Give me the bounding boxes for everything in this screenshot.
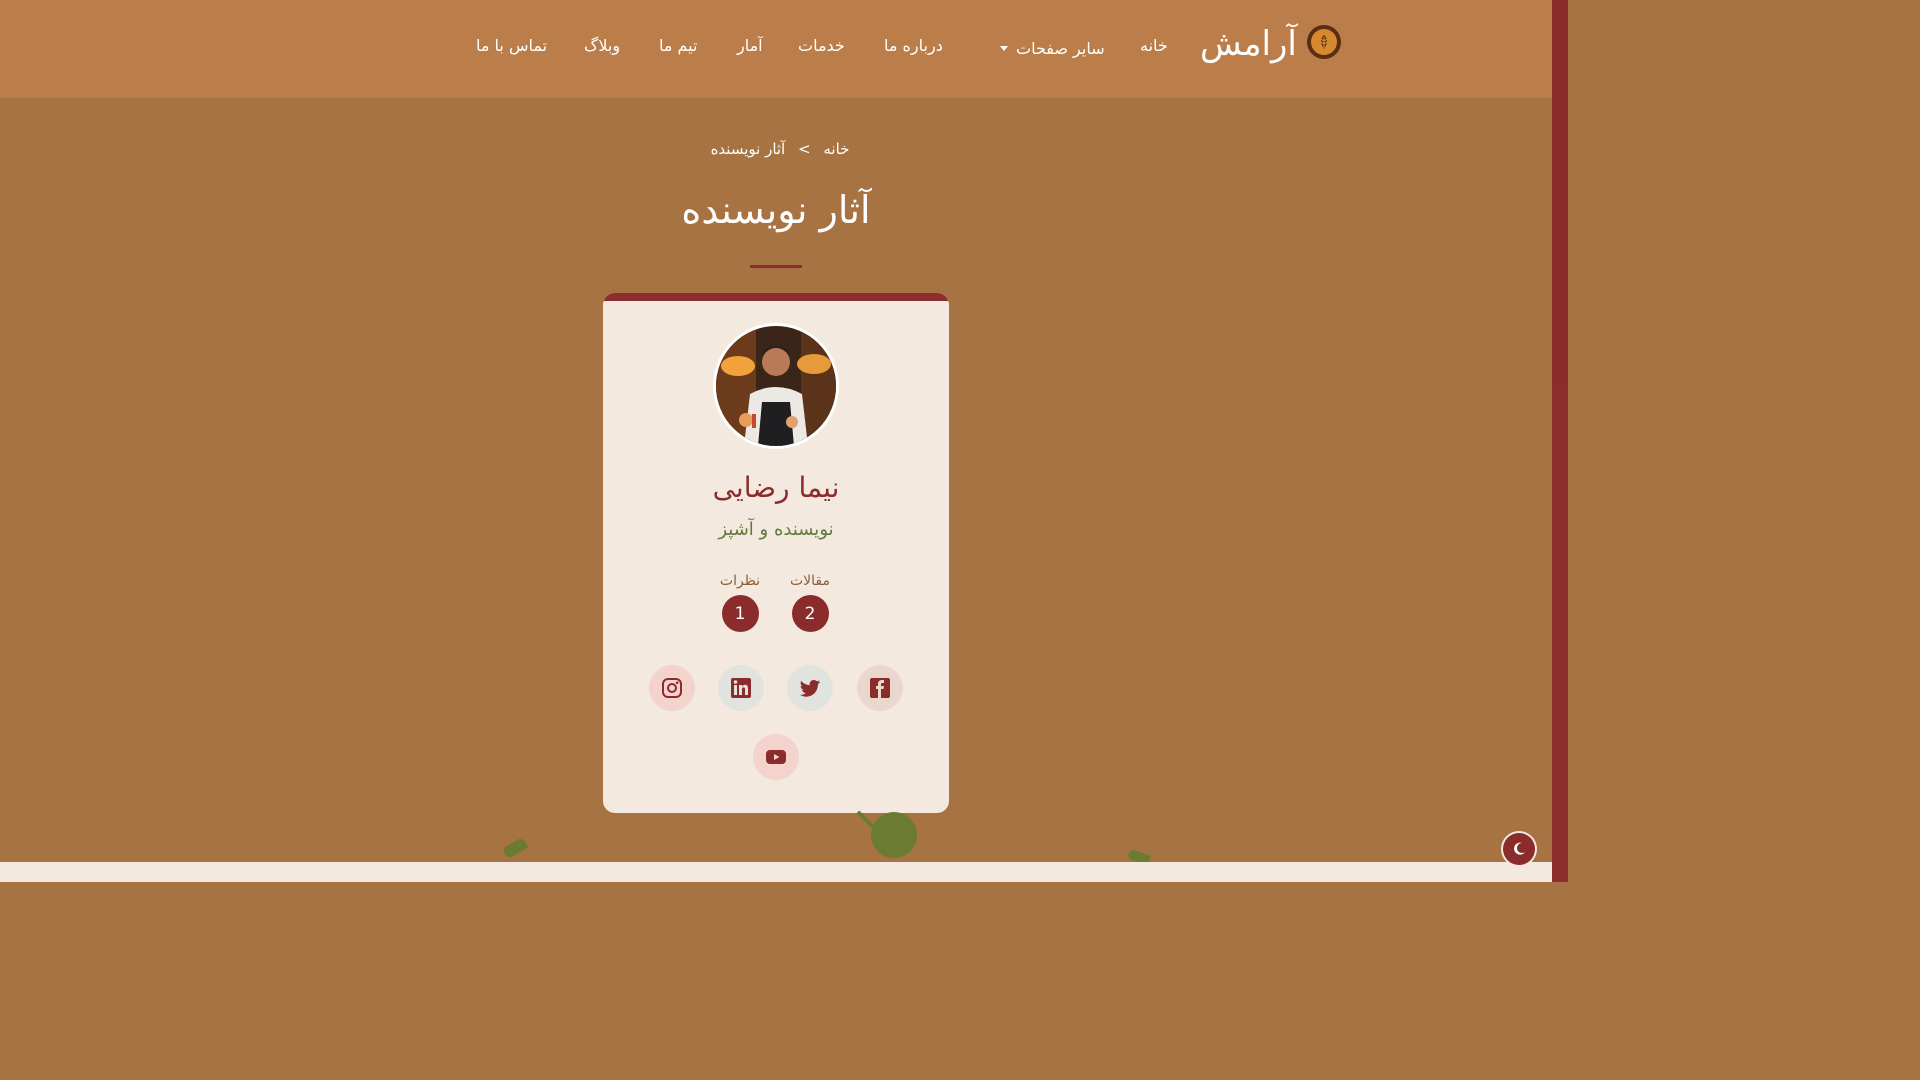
card-top-accent [603, 293, 949, 301]
nav-services[interactable]: خدمات [798, 36, 845, 60]
breadcrumb-current: آثار نویسنده [710, 140, 786, 158]
dark-mode-toggle[interactable] [1503, 833, 1535, 865]
avatar [716, 326, 836, 446]
footer-edge [0, 862, 1552, 882]
twitter-link[interactable] [787, 665, 833, 711]
nav-more-pages-label: سایر صفحات [1016, 38, 1105, 58]
avatar-image [716, 326, 836, 446]
stat-comments: نظرات 1 [710, 573, 770, 632]
nav-contact[interactable]: تماس با ما [476, 36, 547, 60]
instagram-link[interactable] [649, 665, 695, 711]
instagram-icon [662, 678, 682, 698]
stat-comments-count: 1 [721, 595, 759, 632]
nav-stats[interactable]: آمار [737, 36, 763, 60]
linkedin-icon [731, 678, 751, 698]
page-title: آثار نویسنده [681, 188, 871, 232]
breadcrumb-separator: > [798, 140, 811, 158]
decorative-leaf [501, 836, 529, 860]
moon-icon [1514, 842, 1525, 855]
nav-home[interactable]: خانه [1140, 36, 1168, 60]
chevron-down-icon [1000, 45, 1008, 51]
nav-more-pages[interactable]: سایر صفحات [1000, 36, 1105, 60]
scrollbar-thumb[interactable] [1552, 0, 1568, 385]
nav-blog[interactable]: وبلاگ [584, 36, 620, 60]
facebook-link[interactable] [857, 665, 903, 711]
nav-team[interactable]: تیم ما [659, 36, 697, 60]
stat-articles-count: 2 [791, 595, 829, 632]
breadcrumb: خانه > آثار نویسنده [680, 140, 880, 158]
stat-articles: مقالات 2 [780, 573, 840, 632]
brand-name[interactable]: آرامش [1200, 24, 1297, 64]
nav-about[interactable]: درباره ما [884, 36, 943, 60]
youtube-link[interactable] [753, 734, 799, 780]
author-card: نیما رضایی نویسنده و آشپز مقالات 2 نظرات… [603, 293, 949, 813]
youtube-icon [766, 750, 786, 764]
linkedin-link[interactable] [718, 665, 764, 711]
stat-articles-label: مقالات [789, 573, 830, 589]
author-name: نیما رضایی [712, 471, 840, 504]
title-underline [750, 265, 802, 268]
site-header: آرامش خانه سایر صفحات درباره ما خدمات آم… [0, 0, 1552, 98]
twitter-icon [799, 679, 820, 697]
stat-comments-label: نظرات [719, 573, 761, 589]
breadcrumb-home[interactable]: خانه [823, 140, 849, 158]
facebook-icon [870, 678, 890, 698]
author-role: نویسنده و آشپز [718, 519, 834, 540]
logo-icon[interactable] [1307, 25, 1341, 59]
